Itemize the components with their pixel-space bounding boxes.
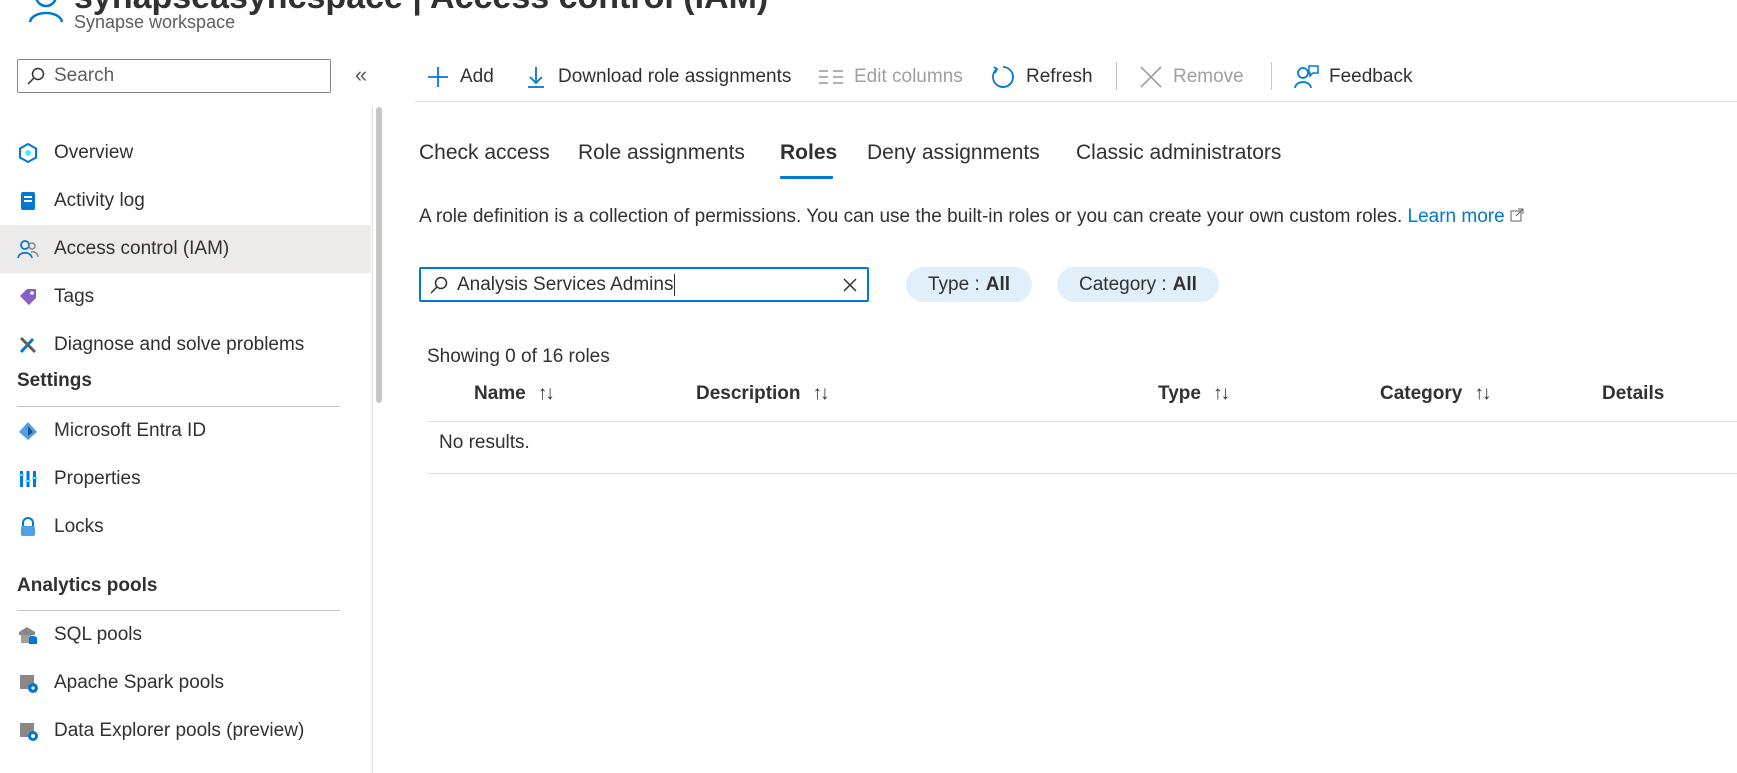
roles-description: A role definition is a collection of per… bbox=[419, 206, 1524, 228]
sidebar-item-label: Microsoft Entra ID bbox=[54, 420, 207, 441]
sidebar: Search « Overview Activity log Access co… bbox=[0, 44, 384, 773]
clear-icon[interactable] bbox=[841, 276, 859, 294]
column-header-name[interactable]: Name ↑↓ bbox=[474, 383, 555, 405]
columns-icon bbox=[819, 70, 843, 84]
sidebar-scroll-thumb[interactable] bbox=[376, 107, 382, 403]
text-cursor bbox=[674, 273, 676, 296]
activity-log-icon bbox=[17, 190, 39, 212]
search-icon bbox=[27, 67, 45, 85]
sidebar-item-sql-pools[interactable]: SQL pools bbox=[0, 611, 371, 659]
tab-check-access[interactable]: Check access bbox=[419, 141, 550, 165]
sidebar-item-label: Access control (IAM) bbox=[54, 238, 230, 259]
overview-icon bbox=[17, 142, 39, 164]
tab-roles[interactable]: Roles bbox=[780, 141, 837, 165]
page-header: synapseasyncspace | Access control (IAM)… bbox=[0, 0, 1737, 44]
tag-icon bbox=[17, 286, 39, 308]
sort-icon: ↑↓ bbox=[1474, 383, 1491, 404]
plus-icon bbox=[428, 67, 448, 87]
feedback-label: Feedback bbox=[1329, 66, 1413, 87]
sidebar-item-spark-pools[interactable]: Apache Spark pools bbox=[0, 659, 371, 707]
data-explorer-icon bbox=[17, 720, 39, 742]
settings-section-header: Settings bbox=[17, 370, 92, 391]
sidebar-item-label: Tags bbox=[54, 286, 95, 307]
column-header-type[interactable]: Type ↑↓ bbox=[1158, 383, 1230, 405]
refresh-button[interactable]: Refresh bbox=[990, 62, 1093, 92]
search-icon bbox=[430, 276, 448, 294]
results-count: Showing 0 of 16 roles bbox=[427, 346, 610, 367]
role-search-input[interactable]: Analysis Services Admins bbox=[419, 267, 869, 302]
person-icon bbox=[28, 0, 64, 23]
sidebar-item-diagnose[interactable]: Diagnose and solve problems bbox=[0, 321, 371, 369]
entra-icon bbox=[17, 420, 39, 442]
sidebar-item-label: SQL pools bbox=[54, 624, 143, 645]
type-filter-label: Type : bbox=[928, 273, 980, 295]
sidebar-item-label: Locks bbox=[54, 516, 104, 537]
sort-icon: ↑↓ bbox=[537, 383, 555, 404]
type-filter-value: All bbox=[985, 273, 1011, 295]
sidebar-item-label: Properties bbox=[54, 468, 141, 489]
page-subtitle: Synapse workspace bbox=[74, 12, 236, 32]
feedback-icon bbox=[1294, 65, 1319, 89]
tab-role-assignments[interactable]: Role assignments bbox=[578, 141, 745, 165]
analytics-section-header: Analytics pools bbox=[17, 575, 158, 596]
type-filter-pill[interactable]: Type : All bbox=[906, 267, 1033, 302]
learn-more-link[interactable]: Learn more bbox=[1408, 206, 1524, 227]
description-text: A role definition is a collection of per… bbox=[419, 206, 1403, 227]
sidebar-item-label: Diagnose and solve problems bbox=[54, 334, 305, 355]
properties-icon bbox=[17, 468, 39, 490]
column-header-category[interactable]: Category ↑↓ bbox=[1380, 383, 1491, 405]
sql-pool-icon bbox=[17, 624, 39, 646]
command-bar: Add Download role assignments Edit colum… bbox=[415, 44, 1737, 102]
sidebar-item-properties[interactable]: Properties bbox=[0, 455, 371, 503]
close-icon bbox=[1140, 66, 1162, 88]
empty-state-text: No results. bbox=[439, 432, 530, 453]
toolbar-divider bbox=[1116, 62, 1117, 90]
add-button[interactable]: Add bbox=[426, 62, 494, 92]
column-header-description[interactable]: Description ↑↓ bbox=[696, 383, 830, 405]
refresh-label: Refresh bbox=[1026, 66, 1093, 87]
column-header-details: Details bbox=[1602, 383, 1665, 404]
remove-button[interactable]: Remove bbox=[1139, 62, 1244, 92]
selected-tab-indicator bbox=[780, 176, 833, 179]
download-role-assignments-button[interactable]: Download role assignments bbox=[524, 62, 791, 92]
spark-pool-icon bbox=[17, 672, 39, 694]
role-search-value: Analysis Services Admins bbox=[457, 273, 674, 295]
table-header-divider bbox=[427, 421, 1737, 422]
add-label: Add bbox=[460, 66, 494, 87]
remove-label: Remove bbox=[1173, 66, 1244, 87]
sidebar-item-overview[interactable]: Overview bbox=[0, 129, 371, 177]
sidebar-item-activity-log[interactable]: Activity log bbox=[0, 177, 371, 225]
lock-icon bbox=[17, 516, 39, 538]
tab-classic-administrators[interactable]: Classic administrators bbox=[1076, 141, 1281, 165]
category-filter-pill[interactable]: Category : All bbox=[1057, 267, 1219, 302]
edit-columns-button[interactable]: Edit columns bbox=[818, 62, 963, 92]
sidebar-item-locks[interactable]: Locks bbox=[0, 503, 371, 551]
table-bottom-divider bbox=[427, 473, 1737, 474]
sidebar-item-entra-id[interactable]: Microsoft Entra ID bbox=[0, 407, 371, 455]
sidebar-search-placeholder: Search bbox=[54, 65, 115, 86]
wrench-icon bbox=[17, 334, 39, 356]
download-label: Download role assignments bbox=[558, 66, 792, 87]
sort-icon: ↑↓ bbox=[1212, 383, 1230, 404]
sort-icon: ↑↓ bbox=[812, 383, 830, 404]
collapse-sidebar-icon[interactable]: « bbox=[350, 64, 372, 86]
sidebar-item-label: Apache Spark pools bbox=[54, 672, 225, 693]
external-link-icon bbox=[1510, 208, 1524, 222]
sidebar-search-input[interactable]: Search bbox=[17, 59, 331, 93]
download-icon bbox=[528, 67, 544, 88]
edit-columns-label: Edit columns bbox=[854, 66, 963, 87]
feedback-button[interactable]: Feedback bbox=[1293, 62, 1412, 92]
refresh-icon bbox=[992, 66, 1014, 88]
sidebar-item-label: Data Explorer pools (preview) bbox=[54, 720, 305, 741]
tab-deny-assignments[interactable]: Deny assignments bbox=[867, 141, 1040, 165]
sidebar-item-access-control[interactable]: Access control (IAM) bbox=[0, 225, 371, 273]
toolbar-divider bbox=[1271, 62, 1272, 90]
sidebar-item-label: Overview bbox=[54, 142, 134, 163]
category-filter-label: Category : bbox=[1079, 273, 1167, 295]
sidebar-item-label: Activity log bbox=[54, 190, 145, 211]
sidebar-item-tags[interactable]: Tags bbox=[0, 273, 371, 321]
people-icon bbox=[17, 238, 39, 260]
sidebar-item-data-explorer-pools[interactable]: Data Explorer pools (preview) bbox=[0, 707, 371, 755]
category-filter-value: All bbox=[1172, 273, 1197, 295]
